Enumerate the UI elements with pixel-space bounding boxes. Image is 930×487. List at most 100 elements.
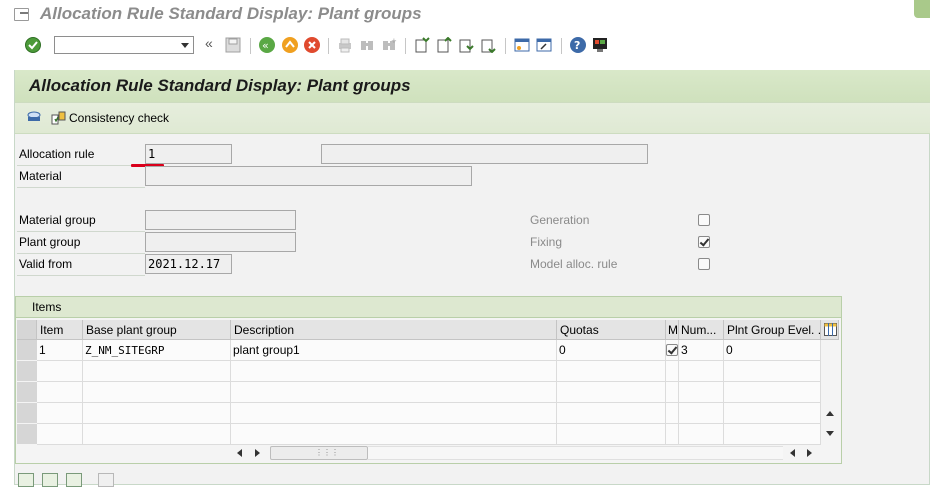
empty-cell	[724, 424, 821, 445]
column-header-item[interactable]: Item	[37, 320, 83, 340]
column-header-num[interactable]: Num...	[679, 320, 724, 340]
cell-plnt-group-evel: 0	[724, 340, 821, 361]
scroll-right-icon[interactable]	[255, 449, 260, 457]
svg-text:«: «	[262, 39, 269, 52]
plant-group-label: Plant group	[19, 235, 81, 249]
empty-cell	[231, 403, 557, 424]
empty-cell	[557, 403, 666, 424]
model-alloc-rule-checkbox[interactable]	[698, 258, 710, 270]
empty-cell	[557, 424, 666, 445]
column-header-plnt-group-evel[interactable]: Plnt Group Evel. ...	[724, 320, 821, 340]
scroll-right-end-icon[interactable]	[807, 449, 812, 457]
row-selector[interactable]	[17, 424, 37, 445]
empty-cell	[37, 424, 83, 445]
shortcut-icon[interactable]	[536, 37, 552, 53]
scroll-left-end-icon[interactable]	[790, 449, 795, 457]
empty-cell	[37, 403, 83, 424]
model-alloc-rule-label: Model alloc. rule	[530, 257, 618, 271]
cell-m	[666, 340, 679, 361]
print-icon	[337, 37, 353, 53]
valid-from-label: Valid from	[19, 257, 73, 271]
next-page-icon[interactable]	[458, 37, 474, 53]
empty-cell	[679, 424, 724, 445]
back-icon[interactable]: «	[259, 37, 275, 53]
screen-title: Allocation Rule Standard Display: Plant …	[29, 76, 411, 95]
empty-cell	[724, 403, 821, 424]
corner-menu-button[interactable]	[914, 0, 930, 18]
empty-cell	[231, 382, 557, 403]
generation-label: Generation	[530, 213, 590, 227]
screen-title-bar: Allocation Rule Standard Display: Plant …	[15, 70, 930, 102]
horizontal-scroll-thumb[interactable]: ⋮⋮⋮	[270, 446, 368, 460]
consistency-check-label: Consistency check	[69, 111, 170, 125]
column-header-quotas[interactable]: Quotas	[557, 320, 666, 340]
empty-cell	[37, 361, 83, 382]
scroll-up-icon[interactable]	[826, 411, 834, 416]
items-table-title: Items	[32, 300, 62, 314]
empty-cell	[679, 361, 724, 382]
row-selector[interactable]	[17, 382, 37, 403]
empty-cell	[666, 382, 679, 403]
menu-exit-icon[interactable]	[14, 8, 29, 21]
row-selector[interactable]	[17, 340, 37, 361]
cancel-icon[interactable]	[304, 37, 320, 53]
empty-cell	[557, 361, 666, 382]
fixing-checkbox[interactable]	[698, 236, 710, 248]
cell-base-plant-group: Z_NM_SITEGRP	[83, 340, 231, 361]
svg-text:+: +	[391, 37, 397, 45]
material-group-field[interactable]	[145, 210, 296, 230]
allocation-rule-label: Allocation rule	[19, 147, 95, 161]
prev-page-icon[interactable]	[436, 36, 452, 53]
save-icon[interactable]	[225, 37, 241, 53]
exit-icon[interactable]	[282, 37, 298, 53]
allocation-rule-description-field	[321, 144, 648, 164]
new-session-icon[interactable]	[514, 37, 530, 53]
dropdown-arrow-icon[interactable]	[181, 43, 189, 48]
first-page-icon[interactable]	[414, 37, 430, 53]
column-header-base-plant-group[interactable]: Base plant group	[83, 320, 231, 340]
allocation-rule-field[interactable]: 1	[145, 144, 232, 164]
column-header-m[interactable]: M	[666, 320, 679, 340]
find-icon	[359, 37, 375, 53]
cell-description: plant group1	[231, 340, 557, 361]
empty-cell	[666, 403, 679, 424]
help-icon[interactable]: ?	[570, 37, 586, 53]
valid-from-value: 2021.12.17	[148, 257, 221, 271]
row-m-checkbox[interactable]	[666, 344, 678, 356]
column-header-description[interactable]: Description	[231, 320, 557, 340]
empty-cell	[83, 382, 231, 403]
row-selector[interactable]	[17, 361, 37, 382]
empty-cell	[83, 361, 231, 382]
system-toolbar: « « + ?	[0, 32, 930, 60]
material-label: Material	[19, 169, 62, 183]
material-group-label: Material group	[19, 213, 96, 227]
window-title: Allocation Rule Standard Display: Plant …	[40, 4, 422, 23]
last-page-icon[interactable]	[480, 37, 496, 54]
cell-quotas: 0	[557, 340, 666, 361]
row-selector[interactable]	[17, 403, 37, 424]
cell-item: 1	[37, 340, 83, 361]
command-field[interactable]	[54, 36, 194, 54]
select-all-cell[interactable]	[17, 320, 37, 340]
material-field[interactable]	[145, 166, 472, 186]
enter-icon[interactable]	[25, 37, 41, 53]
generation-checkbox[interactable]	[698, 214, 710, 226]
display-variant-icon[interactable]	[26, 110, 42, 124]
scroll-left-icon[interactable]	[237, 449, 242, 457]
svg-text:?: ?	[574, 39, 580, 52]
customize-layout-icon[interactable]	[592, 37, 608, 53]
label-underline	[17, 187, 145, 188]
window-title-bar: Allocation Rule Standard Display: Plant …	[0, 0, 930, 28]
scroll-down-icon[interactable]	[826, 431, 834, 436]
empty-cell	[83, 424, 231, 445]
plant-group-field[interactable]	[145, 232, 296, 252]
empty-cell	[724, 382, 821, 403]
find-next-icon: +	[381, 37, 397, 53]
collapse-command-icon[interactable]: «	[205, 35, 221, 51]
vertical-scrollbar[interactable]	[822, 340, 839, 445]
empty-cell	[679, 403, 724, 424]
horizontal-scroll-track[interactable]	[368, 446, 783, 460]
valid-from-field[interactable]: 2021.12.17	[145, 254, 232, 274]
empty-cell	[679, 382, 724, 403]
table-settings-button[interactable]	[821, 320, 839, 340]
